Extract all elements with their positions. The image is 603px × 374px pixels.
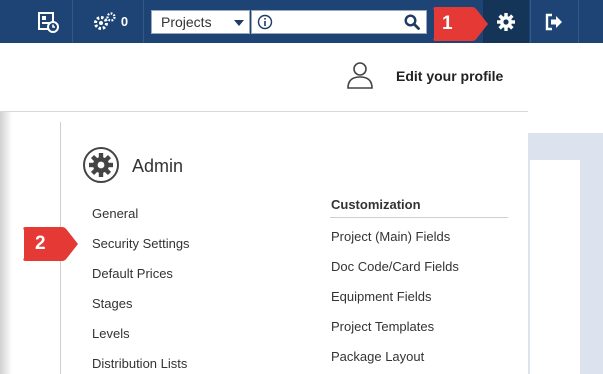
- callout-number: 2: [35, 233, 46, 254]
- menu-item-default-prices[interactable]: Default Prices: [92, 266, 173, 281]
- menu-item-equipment-fields[interactable]: Equipment Fields: [331, 289, 431, 304]
- customization-divider: [330, 217, 508, 218]
- workflow-button[interactable]: 0: [80, 0, 140, 43]
- profile-row[interactable]: Edit your profile: [0, 43, 528, 112]
- menu-item-stages[interactable]: Stages: [92, 296, 132, 311]
- search-input[interactable]: [251, 10, 427, 34]
- menu-item-doc-code-card-fields[interactable]: Doc Code/Card Fields: [331, 259, 459, 274]
- search-icon[interactable]: [404, 14, 420, 30]
- project-select[interactable]: Projects: [151, 10, 250, 34]
- menu-item-project-templates[interactable]: Project Templates: [331, 319, 434, 334]
- menu-item-distribution-lists[interactable]: Distribution Lists: [92, 356, 187, 371]
- admin-gear-icon: [83, 147, 119, 183]
- edit-profile-link[interactable]: Edit your profile: [396, 68, 503, 84]
- logout-icon: [545, 13, 562, 30]
- user-profile-icon: [347, 62, 373, 89]
- menu-item-security-settings[interactable]: Security Settings: [92, 236, 190, 251]
- chevron-down-icon: [234, 20, 244, 26]
- notifications-count: 0: [120, 14, 129, 29]
- toolbar-divider: [143, 0, 144, 43]
- toolbar-divider: [578, 0, 579, 43]
- logout-button[interactable]: [531, 0, 577, 43]
- callout-number: 1: [442, 13, 453, 34]
- info-icon[interactable]: [257, 14, 273, 30]
- top-toolbar: 0 Projects: [0, 0, 603, 43]
- admin-title: Admin: [132, 156, 184, 176]
- menu-item-project-main-fields[interactable]: Project (Main) Fields: [331, 229, 450, 244]
- customization-heading: Customization: [331, 197, 421, 212]
- toolbar-divider: [72, 0, 73, 43]
- menu-item-general[interactable]: General: [92, 206, 138, 221]
- dropdown-shadow: [0, 112, 12, 374]
- dashboard-icon: [38, 11, 59, 33]
- dashboard-button[interactable]: [24, 0, 72, 43]
- settings-gear-icon: [497, 12, 515, 31]
- background-content: [530, 160, 580, 374]
- menu-item-package-layout[interactable]: Package Layout: [331, 349, 424, 364]
- workflow-gears-icon: [93, 11, 116, 30]
- menu-item-levels[interactable]: Levels: [92, 326, 130, 341]
- project-select-value: Projects: [161, 14, 212, 30]
- callout-marker-2: [23, 227, 78, 261]
- callout-marker-1: [433, 7, 488, 41]
